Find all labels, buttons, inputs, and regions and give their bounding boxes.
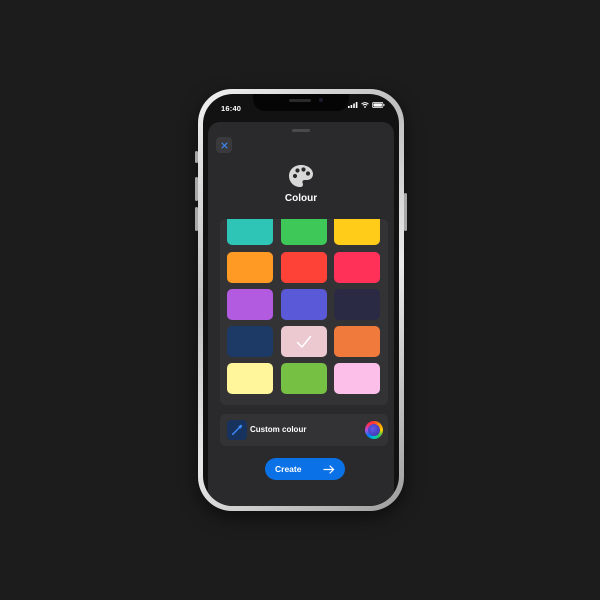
swatch-purple[interactable]	[227, 289, 273, 320]
phone-screen: 16:40 Colour Custom colour Create	[203, 94, 399, 506]
front-camera	[319, 98, 323, 102]
swatch-teal[interactable]	[227, 219, 273, 245]
stage: 16:40 Colour Custom colour Create	[0, 0, 600, 600]
swatch-yellow[interactable]	[334, 219, 380, 245]
swatch-green[interactable]	[281, 219, 327, 245]
status-icons	[348, 102, 385, 108]
swatch-pink-red[interactable]	[334, 252, 380, 283]
create-button-label: Create	[275, 464, 302, 474]
swatch-light-pink[interactable]	[281, 326, 327, 357]
swatch-pale-yellow[interactable]	[227, 363, 273, 394]
swatch-navy[interactable]	[227, 326, 273, 357]
status-time: 16:40	[221, 104, 242, 113]
eyedropper-button[interactable]	[227, 420, 247, 440]
wifi-icon	[361, 102, 369, 108]
color-wheel-icon[interactable]	[365, 421, 383, 439]
sheet-grabber[interactable]	[292, 129, 310, 132]
create-button[interactable]: Create	[265, 458, 345, 480]
power-button	[404, 193, 407, 231]
close-icon	[220, 141, 228, 149]
colour-sheet: Colour Custom colour Create	[208, 122, 394, 506]
eyedropper-icon	[232, 424, 243, 435]
custom-colour-label: Custom colour	[250, 425, 307, 434]
swatch-dark-navy[interactable]	[334, 289, 380, 320]
swatch-burnt-orange[interactable]	[334, 326, 380, 357]
swatch-grid	[220, 219, 388, 405]
swatch-light-magenta[interactable]	[334, 363, 380, 394]
speaker-grille	[289, 99, 311, 102]
signal-icon	[348, 102, 358, 108]
swatch-indigo[interactable]	[281, 289, 327, 320]
swatch-orange[interactable]	[227, 252, 273, 283]
swatch-lime-green[interactable]	[281, 363, 327, 394]
mute-switch	[195, 151, 198, 163]
status-bar: 16:40	[203, 94, 399, 118]
battery-icon	[372, 102, 385, 108]
custom-colour-row[interactable]: Custom colour	[220, 414, 388, 446]
volume-down-button	[195, 207, 198, 231]
swatch-red[interactable]	[281, 252, 327, 283]
checkmark-icon	[296, 335, 312, 348]
selected-custom-colour	[368, 424, 380, 436]
volume-up-button	[195, 177, 198, 201]
phone-frame: 16:40 Colour Custom colour Create	[195, 89, 407, 511]
sheet-title: Colour	[284, 193, 318, 204]
arrow-right-icon	[323, 464, 335, 474]
close-button[interactable]	[216, 137, 232, 153]
palette-icon	[289, 165, 313, 187]
notch	[253, 94, 349, 111]
